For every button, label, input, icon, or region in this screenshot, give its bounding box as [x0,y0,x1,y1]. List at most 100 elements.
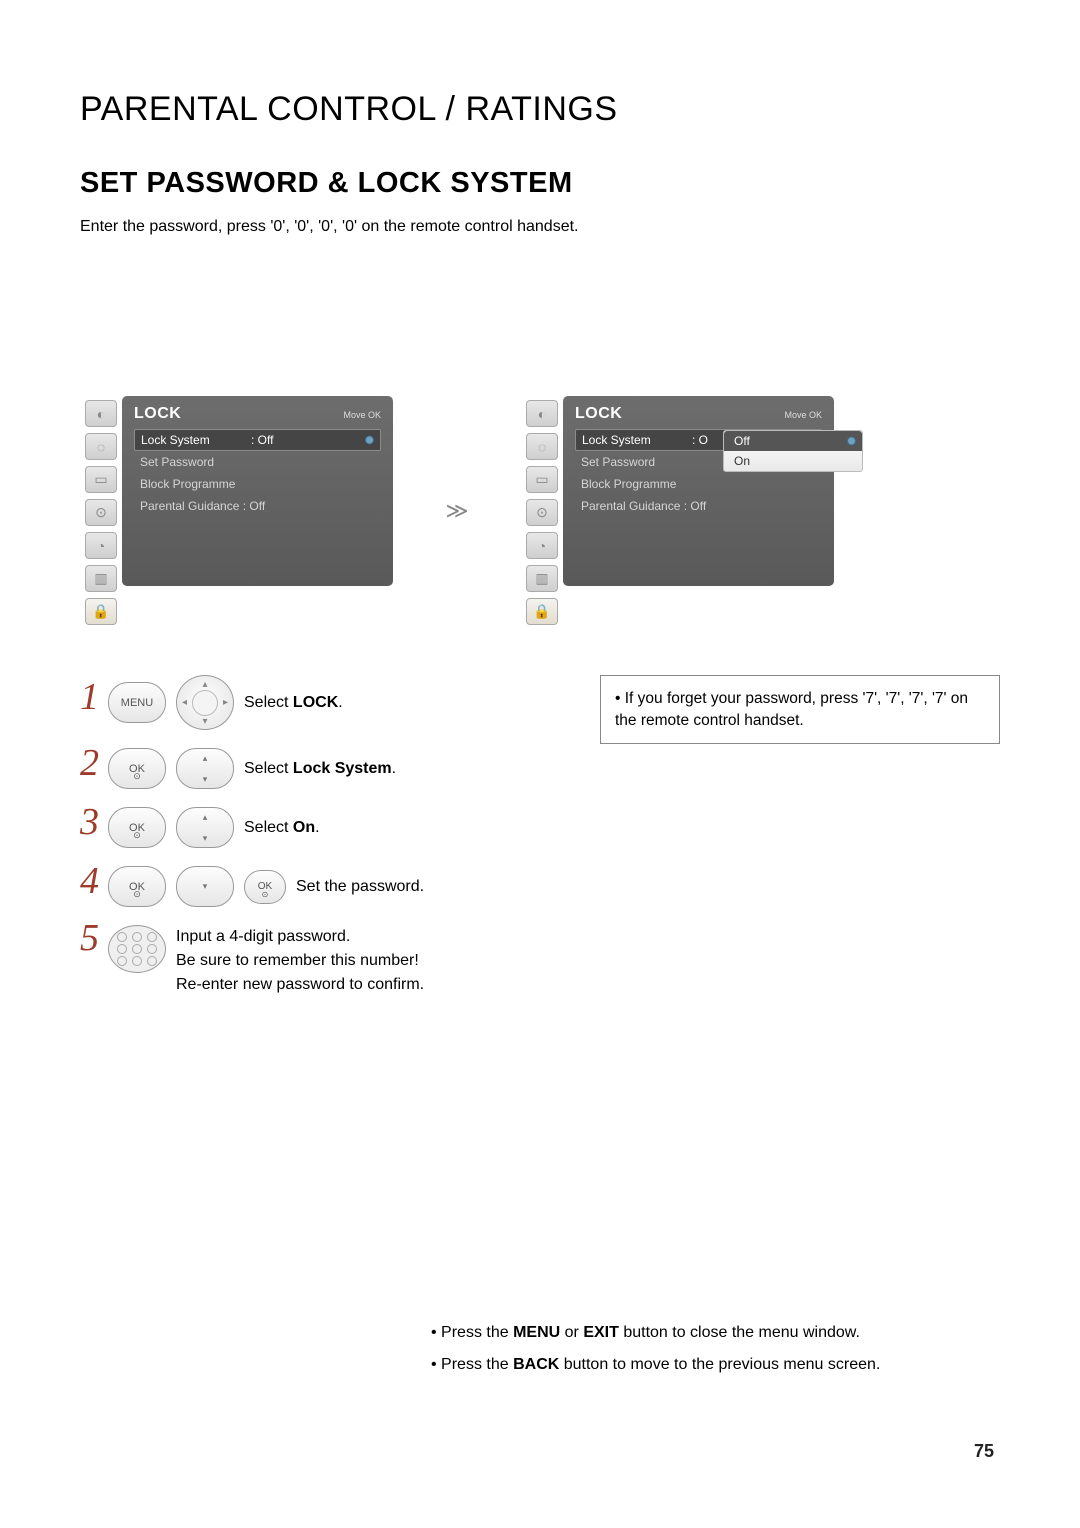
steps-left: 1 MENU ▴ ▾ ◂ ▸ Select LOCK. 2 OK ⊙ ▴ ▾ [80,675,560,1015]
step-5: 5 Input a 4-digit password. Be sure to r… [80,925,560,997]
sidebar-tab: ▥ [85,565,117,592]
sidebar-tab: ◌ [85,433,117,460]
step-text: Select On. [244,819,320,837]
chevron-up-icon: ▴ [203,812,208,823]
step-number: 1 [80,678,98,716]
ok-button[interactable]: OK ⊙ [244,870,286,904]
screen-left: ◐ ◌ ▭ ⊙ ◔ ▥ 🔒 LOCK Move OK Lock System :… [80,396,393,625]
updown-button[interactable]: ▴ ▾ [176,748,234,789]
sidebar-tab: ⊙ [526,499,558,526]
text-bold: BACK [513,1356,559,1373]
number-pad[interactable] [108,925,166,973]
menu-parental-guidance[interactable]: Parental Guidance : Off [575,495,822,517]
step-4: 4 OK ⊙ ▾ OK ⊙ Set the password. [80,866,560,907]
selection-dot-icon [365,436,374,445]
step-text: Select Lock System. [244,760,396,778]
dot-icon: ⊙ [262,890,269,899]
panel-title: LOCK [134,405,181,423]
panel-title: LOCK [575,405,622,423]
sidebar-tab: ⊙ [85,499,117,526]
sidebar-tab: ◔ [526,532,558,559]
screen-right: ◐ ◌ ▭ ⊙ ◔ ▥ 🔒 LOCK Move OK Lock System :… [521,396,834,625]
chevron-down-icon: ▾ [203,774,208,785]
sidebar-tab: ◌ [526,433,558,460]
ok-button[interactable]: OK ⊙ [108,866,166,907]
button-label: MENU [121,697,153,709]
text-bold: Lock System [293,760,392,777]
menu-lock-system[interactable]: Lock System : Off [134,429,381,451]
chevron-up-icon: ▴ [203,753,208,764]
down-button[interactable]: ▾ [176,866,234,907]
lock-system-popup: Off On [723,430,863,472]
page-title: PARENTAL CONTROL / RATINGS [80,90,1000,129]
sidebar-tab-lock: 🔒 [85,598,117,625]
sidebar-tab: ▥ [526,565,558,592]
updown-button[interactable]: ▴ ▾ [176,807,234,848]
step-text: Set the password. [296,878,424,896]
text: • Press the [431,1324,513,1341]
panel-hint: Move OK [343,410,381,420]
section-title: SET PASSWORD & LOCK SYSTEM [80,167,1000,200]
tip-box: • If you forget your password, press '7'… [600,675,1000,744]
steps-area: 1 MENU ▴ ▾ ◂ ▸ Select LOCK. 2 OK ⊙ ▴ ▾ [80,675,1000,1015]
text: Select [244,694,293,711]
text: button to move to the previous menu scre… [559,1356,880,1373]
dpad-center [192,690,218,716]
menu-block-programme[interactable]: Block Programme [134,473,381,495]
menu-parental-guidance[interactable]: Parental Guidance : Off [134,495,381,517]
menu-label: Lock System [582,433,692,447]
text: • Press the [431,1356,513,1373]
step-2: 2 OK ⊙ ▴ ▾ Select Lock System. [80,748,560,789]
footer-line-1: • Press the MENU or EXIT button to close… [431,1324,994,1342]
step-number: 5 [80,919,98,957]
chevron-down-icon: ▾ [203,833,208,844]
text-bold: MENU [513,1324,560,1341]
text: . [315,819,319,836]
text: . [338,694,342,711]
left-sidebar: ◐ ◌ ▭ ⊙ ◔ ▥ 🔒 [80,396,122,625]
sidebar-tab: ▭ [526,466,558,493]
step-text: Select LOCK. [244,694,343,712]
chevron-right-icon: ▸ [223,697,228,708]
menu-label: Lock System [141,433,251,447]
footer-line-2: • Press the BACK button to move to the p… [431,1356,994,1374]
text-bold: EXIT [583,1324,619,1341]
step-1: 1 MENU ▴ ▾ ◂ ▸ Select LOCK. [80,675,560,730]
arrow-right-icon: ≫ [417,498,497,524]
text: or [560,1324,583,1341]
text: button to close the menu window. [619,1324,860,1341]
sidebar-tab: ◔ [85,532,117,559]
ok-button[interactable]: OK ⊙ [108,807,166,848]
step-3: 3 OK ⊙ ▴ ▾ Select On. [80,807,560,848]
popup-option-on[interactable]: On [724,451,862,471]
chevron-down-icon: ▾ [202,716,207,727]
menu-value: : O [692,433,708,447]
sidebar-tab: ◐ [526,400,558,427]
menu-set-password[interactable]: Set Password [134,451,381,473]
lock-panel-left: LOCK Move OK Lock System : Off Set Passw… [122,396,393,586]
text: Re-enter new password to confirm. [176,973,424,997]
step-number: 2 [80,744,98,782]
right-sidebar: ◐ ◌ ▭ ⊙ ◔ ▥ 🔒 [521,396,563,625]
sidebar-tab: ◐ [85,400,117,427]
chevron-left-icon: ◂ [182,697,187,708]
dot-icon: ⊙ [133,830,141,841]
dot-icon: ⊙ [133,771,141,782]
sidebar-tab: ▭ [85,466,117,493]
text-bold: LOCK [293,694,338,711]
dpad-button[interactable]: ▴ ▾ ◂ ▸ [176,675,234,730]
sidebar-tab-lock: 🔒 [526,598,558,625]
popup-option-off[interactable]: Off [724,431,862,451]
chevron-down-icon: ▾ [203,881,208,892]
text: Be sure to remember this number! [176,949,424,973]
menu-block-programme[interactable]: Block Programme [575,473,822,495]
menu-button[interactable]: MENU [108,682,166,723]
text: Select [244,760,293,777]
ok-button[interactable]: OK ⊙ [108,748,166,789]
intro-text: Enter the password, press '0', '0', '0',… [80,218,1000,236]
selection-dot-icon [847,437,856,446]
footer-notes: • Press the MENU or EXIT button to close… [0,1324,1080,1388]
dot-icon: ⊙ [133,889,141,900]
step-text: Input a 4-digit password. Be sure to rem… [176,925,424,997]
text: Select [244,819,293,836]
